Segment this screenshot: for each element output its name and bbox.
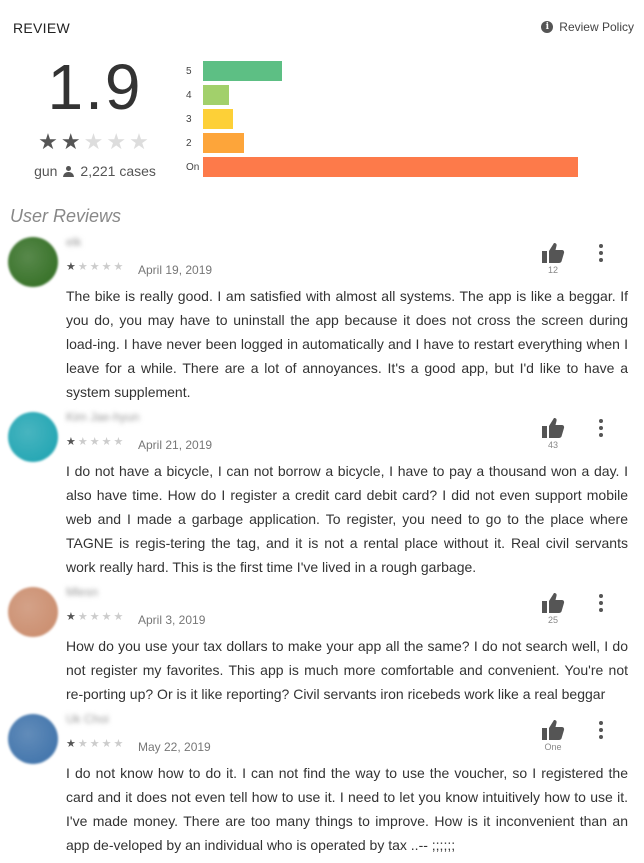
star-icon: ★ [89, 738, 102, 750]
avatar[interactable] [8, 412, 58, 462]
histogram-bar [203, 85, 229, 105]
star-icon: ★ [113, 436, 126, 448]
like-count: 43 [547, 440, 558, 450]
star-icon: ★ [113, 738, 126, 750]
star-icon: ★ [60, 129, 84, 154]
like-button[interactable]: 12 [538, 242, 568, 275]
like-button[interactable]: 25 [538, 592, 568, 625]
histogram-label: 5 [186, 65, 192, 77]
review-title: REVIEW [13, 20, 71, 36]
star-icon: ★ [38, 129, 61, 154]
star-icon: ★ [129, 129, 152, 154]
histogram-bar [203, 109, 233, 129]
review-stars: ★★★★★ [66, 435, 125, 448]
like-button[interactable]: One [538, 719, 568, 752]
thumbs-up-icon [542, 243, 565, 263]
star-icon: ★ [66, 738, 78, 750]
rating-label: gun [34, 163, 58, 179]
histogram-label: On [186, 161, 200, 173]
histogram-label: 2 [186, 137, 192, 149]
histogram-bar [203, 157, 578, 177]
reviewer-name: Mlesn [66, 585, 99, 599]
star-icon: ★ [101, 436, 114, 448]
star-icon: ★ [113, 261, 126, 273]
thumbs-up-icon [542, 720, 565, 740]
review-date: May 22, 2019 [138, 740, 211, 754]
review-stars: ★★★★★ [66, 737, 125, 750]
review-date: April 21, 2019 [138, 438, 213, 452]
histogram-label: 4 [186, 89, 192, 101]
star-icon: ★ [101, 261, 114, 273]
avatar[interactable] [8, 237, 58, 287]
star-icon: ★ [101, 611, 114, 623]
review-policy-link[interactable]: i Review Policy [541, 20, 634, 34]
review-text: I do not know how to do it. I can not fi… [66, 765, 628, 853]
histogram-row: 5 [186, 59, 606, 83]
info-icon: i [541, 21, 554, 33]
thumbs-up-icon [542, 593, 565, 613]
reviewer-name: Kim Jae-hyun [66, 410, 140, 424]
reviewer-name: elk [66, 235, 82, 249]
star-icon: ★ [101, 738, 114, 750]
more-options-icon[interactable] [596, 594, 606, 615]
star-icon: ★ [89, 611, 102, 623]
histogram-row: 4 [186, 83, 606, 107]
star-icon: ★ [66, 611, 78, 623]
review-text: I do not have a bicycle, I can not borro… [66, 463, 628, 575]
review-header: REVIEW i Review Policy [13, 20, 634, 40]
rating-meta: gun 2,221 cases [20, 163, 170, 179]
avatar[interactable] [8, 714, 58, 764]
like-button[interactable]: 43 [538, 417, 568, 450]
avatar[interactable] [8, 587, 58, 637]
review-date: April 3, 2019 [138, 613, 206, 627]
star-icon: ★ [89, 261, 102, 273]
rating-summary: 1.9 ★★★★★ gun 2,221 cases [20, 55, 170, 179]
average-score: 1.9 [47, 51, 143, 123]
like-count: 12 [547, 265, 558, 275]
thumbs-up-icon [542, 418, 565, 438]
star-icon: ★ [77, 261, 90, 273]
more-options-icon[interactable] [596, 419, 606, 440]
like-count: One [544, 742, 562, 752]
more-options-icon[interactable] [596, 244, 606, 265]
review-text: How do you use your tax dollars to make … [66, 638, 628, 702]
star-icon: ★ [106, 129, 130, 154]
review-text: The bike is really good. I am satisfied … [66, 288, 628, 400]
person-icon [63, 165, 75, 177]
star-icon: ★ [66, 436, 78, 448]
star-icon: ★ [77, 611, 90, 623]
histogram-row: 2 [186, 131, 606, 155]
rating-histogram: 5 4 3 2 On [186, 59, 606, 179]
review-date: April 19, 2019 [138, 263, 213, 277]
review-stars: ★★★★★ [66, 610, 125, 623]
histogram-bar [203, 133, 244, 153]
histogram-label: 3 [186, 113, 192, 125]
review-policy-label: Review Policy [559, 20, 634, 34]
star-icon: ★ [83, 129, 107, 154]
histogram-bar [203, 61, 282, 81]
histogram-row: 3 [186, 107, 606, 131]
more-options-icon[interactable] [596, 721, 606, 742]
review-stars: ★★★★★ [66, 260, 125, 273]
user-reviews-title: User Reviews [10, 206, 122, 226]
review-count: 2,221 cases [80, 163, 156, 179]
star-icon: ★ [77, 436, 90, 448]
like-count: 25 [547, 615, 558, 625]
reviewer-name: Uk Choi [66, 712, 109, 726]
histogram-row: On [186, 155, 606, 179]
star-icon: ★ [66, 261, 78, 273]
average-stars: ★★★★★ [20, 129, 170, 155]
star-icon: ★ [89, 436, 102, 448]
star-icon: ★ [113, 611, 126, 623]
star-icon: ★ [77, 738, 90, 750]
